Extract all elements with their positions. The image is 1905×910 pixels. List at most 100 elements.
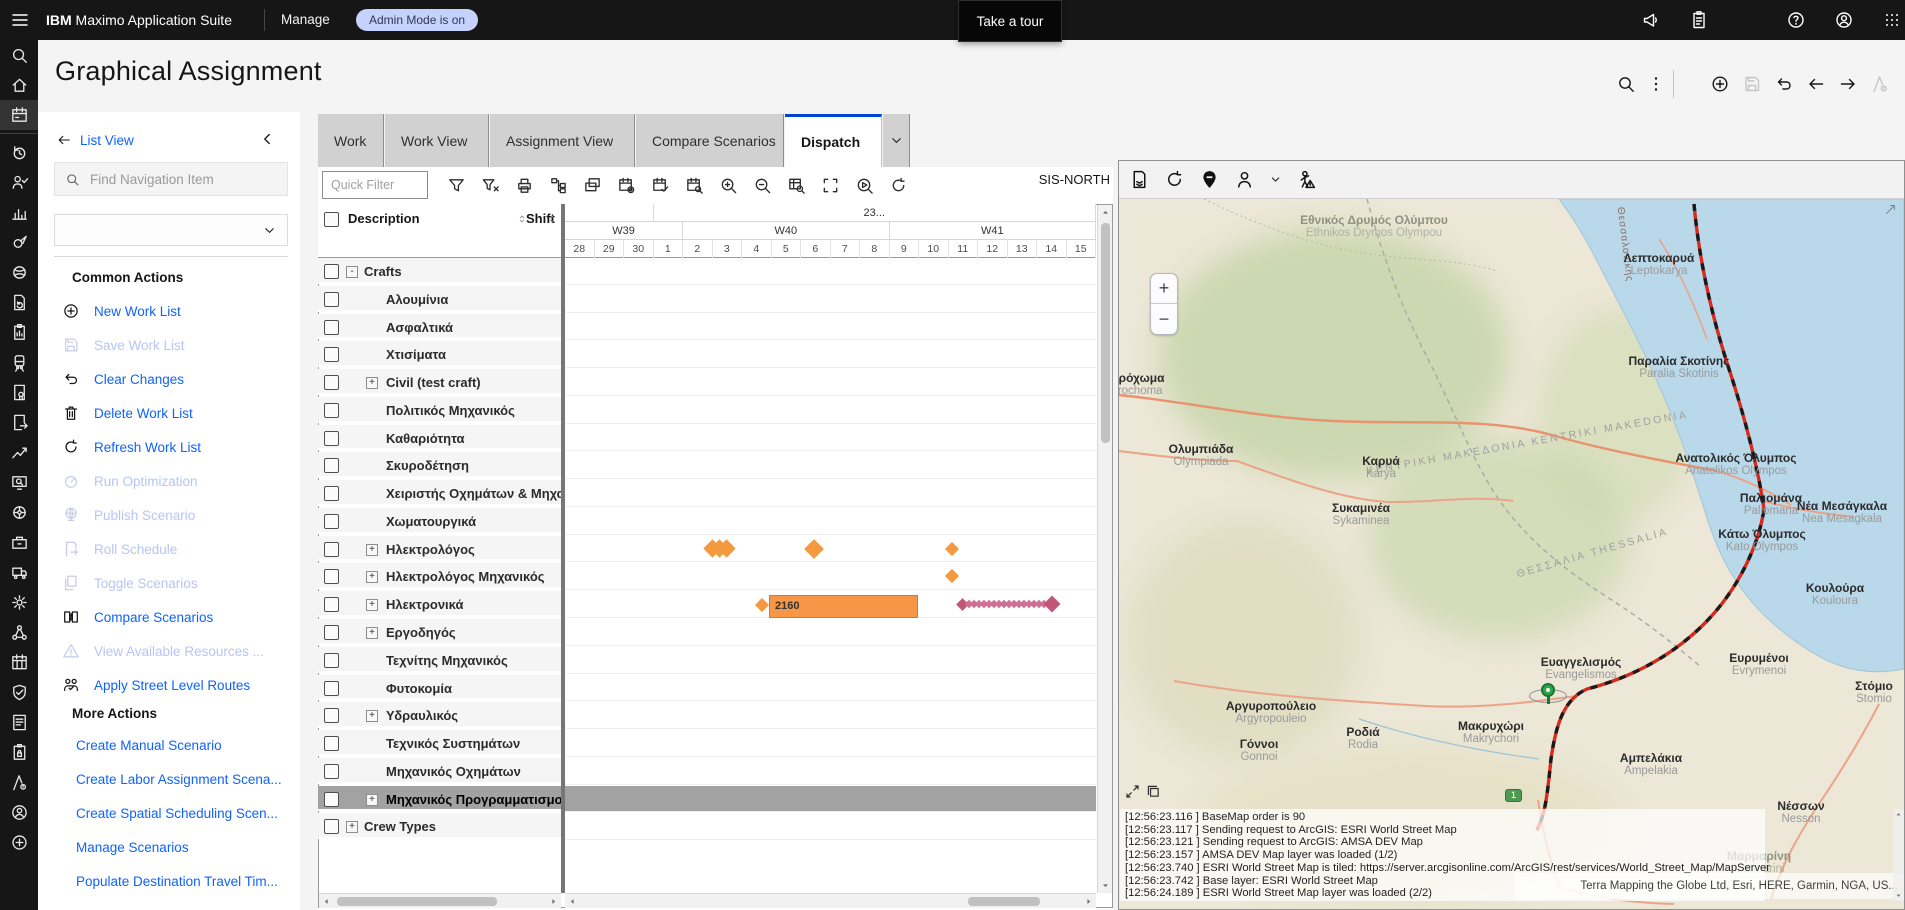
- rail-item-search[interactable]: [0, 40, 38, 70]
- panel-collapse-icon[interactable]: [258, 130, 276, 148]
- row-checkbox[interactable]: [324, 764, 339, 779]
- cal-gear-icon[interactable]: [617, 176, 636, 195]
- arrow-left-icon[interactable]: [1806, 74, 1826, 94]
- rail-item-wheel[interactable]: [0, 497, 38, 527]
- rail-item-paint[interactable]: [0, 227, 38, 257]
- arrow-right-icon[interactable]: [1838, 74, 1858, 94]
- expand-expander[interactable]: +: [366, 794, 378, 806]
- table-search-icon[interactable]: [787, 176, 806, 195]
- hscroll-thumb[interactable]: [337, 897, 497, 906]
- gantt-row-0[interactable]: -Crafts: [318, 258, 561, 284]
- expand-expander[interactable]: +: [366, 599, 378, 611]
- rail-item-clipboard-chart[interactable]: [0, 317, 38, 347]
- timeline-row-13[interactable]: [565, 619, 1096, 646]
- timeline-row-7[interactable]: [565, 452, 1096, 479]
- rail-item-user-follow[interactable]: [0, 167, 38, 197]
- rail-item-doc-badge[interactable]: [0, 377, 38, 407]
- gantt-row-12[interactable]: +Ηλεκτρονικά: [318, 591, 561, 617]
- rail-item-add-circle[interactable]: [0, 827, 38, 857]
- gantt-row-19[interactable]: +Μηχανικός Προγραμματισμού Εργασι: [318, 786, 561, 812]
- expand-expander[interactable]: +: [346, 821, 358, 833]
- row-checkbox[interactable]: [324, 708, 339, 723]
- rail-item-user-circle[interactable]: [0, 797, 38, 827]
- play-search-icon[interactable]: [855, 176, 874, 195]
- chevron-down-icon[interactable]: [1269, 173, 1282, 186]
- pegman-warn-icon[interactable]: [1296, 169, 1317, 190]
- row-checkbox[interactable]: [324, 292, 339, 307]
- work-location-marker[interactable]: [1541, 683, 1555, 697]
- zoom-out-icon[interactable]: [753, 176, 772, 195]
- search-icon[interactable]: [1616, 74, 1636, 94]
- gantt-row-14[interactable]: Τεχνίτης Μηχανικός: [318, 647, 561, 673]
- row-checkbox[interactable]: [324, 264, 339, 279]
- vscroll-thumb[interactable]: [1101, 223, 1110, 443]
- rail-item-train[interactable]: [0, 347, 38, 377]
- row-checkbox[interactable]: [324, 653, 339, 668]
- megaphone-icon[interactable]: [1641, 10, 1661, 30]
- pin-icon[interactable]: [1199, 169, 1220, 190]
- map-collapse-icon[interactable]: [1124, 783, 1141, 800]
- description-column-header[interactable]: Description: [348, 211, 420, 226]
- help-icon[interactable]: [1786, 10, 1806, 30]
- row-checkbox[interactable]: [324, 458, 339, 473]
- tree-view-icon[interactable]: [549, 176, 568, 195]
- row-checkbox[interactable]: [324, 403, 339, 418]
- task-bar[interactable]: 2160: [769, 595, 918, 618]
- timeline-row-6[interactable]: [565, 425, 1096, 452]
- row-checkbox[interactable]: [324, 375, 339, 390]
- doc-layers-icon[interactable]: [1129, 169, 1150, 190]
- user-avatar-icon[interactable]: [1834, 10, 1854, 30]
- gantt-row-15[interactable]: Φυτοκομία: [318, 675, 561, 701]
- expand-expander[interactable]: +: [366, 627, 378, 639]
- left-pane-hscrollbar[interactable]: [319, 893, 561, 908]
- rail-item-truck[interactable]: [0, 557, 38, 587]
- nav-search-input[interactable]: Find Navigation Item: [54, 162, 288, 196]
- gantt-row-17[interactable]: Τεχνικός Συστημάτων: [318, 730, 561, 756]
- cal-search-icon[interactable]: [685, 176, 704, 195]
- row-checkbox[interactable]: [324, 569, 339, 584]
- row-checkbox[interactable]: [324, 431, 339, 446]
- row-checkbox[interactable]: [324, 819, 339, 834]
- tab-work-view[interactable]: Work View: [385, 114, 489, 167]
- action-refresh-work-list[interactable]: Refresh Work List: [62, 436, 287, 458]
- gantt-row-2[interactable]: Ασφαλτικά: [318, 314, 561, 340]
- timeline-row-18[interactable]: [565, 758, 1096, 785]
- timeline-row-17[interactable]: [565, 730, 1096, 757]
- rail-item-clipboard-lock[interactable]: [0, 737, 38, 767]
- assignment-chevron-strip[interactable]: [958, 597, 1059, 611]
- cascade-icon[interactable]: [583, 176, 602, 195]
- action-apply-street-level-routes[interactable]: Apply Street Level Routes: [62, 674, 287, 696]
- rail-item-history[interactable]: [0, 137, 38, 167]
- gantt-row-18[interactable]: Μηχανικός Οχημάτων: [318, 758, 561, 784]
- timeline-row-2[interactable]: [565, 314, 1096, 341]
- cal-check-icon[interactable]: [651, 176, 670, 195]
- undo-icon[interactable]: [1774, 74, 1794, 94]
- gantt-row-3[interactable]: Χτισίματα: [318, 341, 561, 367]
- timeline-row-16[interactable]: [565, 702, 1096, 729]
- rail-item-network[interactable]: [0, 617, 38, 647]
- more-action-2[interactable]: Create Spatial Scheduling Scen...: [76, 806, 291, 826]
- map-canvas[interactable]: + − Εθνικός Δρυμός ΟλύμπουEthnikos Drymo…: [1119, 199, 1904, 909]
- more-action-0[interactable]: Create Manual Scenario: [76, 738, 291, 758]
- rail-item-bar-chart[interactable]: [0, 197, 38, 227]
- rail-item-gear[interactable]: [0, 587, 38, 617]
- rail-item-shield-check[interactable]: [0, 677, 38, 707]
- gantt-row-7[interactable]: Σκυροδέτηση: [318, 452, 561, 478]
- rail-item-scheduler[interactable]: [0, 100, 38, 130]
- row-checkbox[interactable]: [324, 736, 339, 751]
- row-checkbox[interactable]: [324, 347, 339, 362]
- rail-item-monitor-search[interactable]: [0, 467, 38, 497]
- row-checkbox[interactable]: [324, 320, 339, 335]
- tab-dispatch[interactable]: Dispatch: [785, 114, 882, 167]
- row-checkbox[interactable]: [324, 625, 339, 640]
- timeline-row-15[interactable]: [565, 675, 1096, 702]
- map-copy-icon[interactable]: [1145, 783, 1162, 800]
- grid-vscrollbar[interactable]: [1097, 205, 1112, 893]
- timeline-row-0[interactable]: [565, 258, 1096, 285]
- filter-x-icon[interactable]: [481, 176, 500, 195]
- row-checkbox[interactable]: [324, 514, 339, 529]
- gantt-row-10[interactable]: +Ηλεκτρολόγος: [318, 536, 561, 562]
- action-clear-changes[interactable]: Clear Changes: [62, 368, 287, 390]
- select-all-checkbox[interactable]: [324, 212, 339, 227]
- rail-item-sports[interactable]: [0, 257, 38, 287]
